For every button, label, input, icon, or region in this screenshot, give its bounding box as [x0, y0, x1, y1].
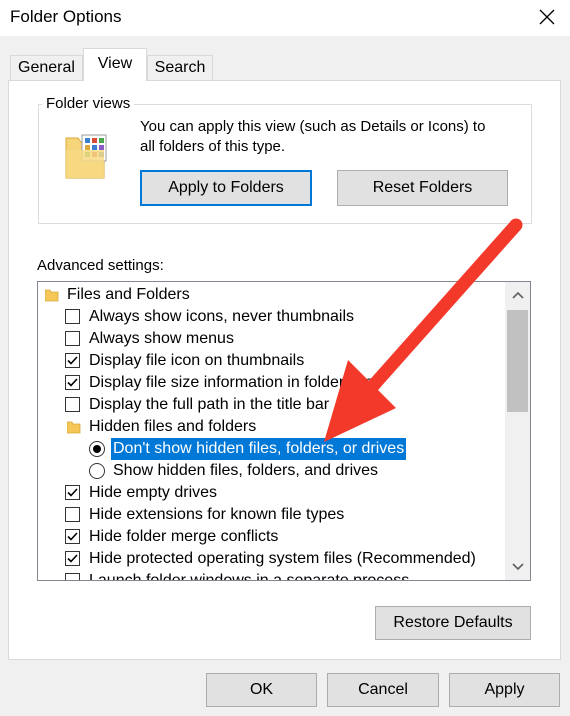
checkmark-icon [67, 554, 78, 563]
checkbox-checked[interactable] [65, 529, 80, 544]
setting-label: Always show icons, never thumbnails [89, 308, 355, 325]
cancel-button[interactable]: Cancel [327, 673, 439, 707]
setting-label: Hide folder merge conflicts [89, 528, 279, 545]
setting-label: Display the full path in the title bar [89, 396, 330, 413]
setting-label: Always show menus [89, 330, 234, 347]
tab-general-label: General [18, 59, 75, 76]
tab-general[interactable]: General [10, 55, 83, 80]
checkmark-icon [67, 532, 78, 541]
checkbox-checked[interactable] [65, 485, 80, 500]
setting-label: Launch folder windows in a separate proc… [89, 572, 410, 581]
scroll-down-button[interactable] [505, 556, 530, 578]
scroll-thumb[interactable] [507, 310, 528, 412]
folder-icon [67, 421, 81, 434]
setting-label-selected: Don't show hidden files, folders, or dri… [111, 438, 407, 460]
chevron-up-icon [511, 291, 524, 299]
tree-scrollbar[interactable] [505, 282, 530, 580]
tab-search-label: Search [154, 59, 206, 76]
setting-label: Hide empty drives [89, 484, 218, 501]
radio-checked[interactable] [89, 441, 105, 457]
checkmark-icon [67, 378, 78, 387]
restore-defaults-button[interactable]: Restore Defaults [375, 606, 531, 640]
chevron-down-icon [511, 563, 524, 571]
folder-views-description: You can apply this view (such as Details… [140, 117, 485, 157]
tree-item-label: Files and Folders [67, 286, 190, 303]
setting-label: Display file size information in folder … [89, 374, 374, 391]
tab-search[interactable]: Search [147, 55, 213, 80]
close-button[interactable] [524, 0, 570, 34]
description-line-2: all folders of this type. [140, 138, 286, 155]
setting-label: Hide protected operating system files (R… [89, 550, 476, 567]
tree-item-label: Hidden files and folders [89, 418, 257, 435]
ok-button[interactable]: OK [206, 673, 317, 707]
checkbox[interactable] [65, 309, 80, 324]
apply-to-folders-button[interactable]: Apply to Folders [140, 170, 312, 206]
tab-view-label: View [97, 55, 133, 72]
window-title: Folder Options [10, 7, 122, 26]
checkbox-checked[interactable] [65, 353, 80, 368]
checkbox[interactable] [65, 331, 80, 346]
setting-label: Display file icon on thumbnails [89, 352, 305, 369]
checkbox-checked[interactable] [65, 551, 80, 566]
title-bar: Folder Options [0, 0, 570, 36]
scroll-up-button[interactable] [505, 284, 530, 306]
checkmark-icon [67, 488, 78, 497]
apply-button[interactable]: Apply [449, 673, 560, 707]
close-icon [539, 9, 555, 25]
checkbox[interactable] [65, 397, 80, 412]
folder-views-legend: Folder views [42, 95, 135, 112]
setting-label: Hide extensions for known file types [89, 506, 345, 523]
folder-views-icon [65, 134, 107, 179]
folder-icon [45, 289, 59, 302]
reset-folders-button[interactable]: Reset Folders [337, 170, 508, 206]
setting-label: Show hidden files, folders, and drives [113, 462, 379, 479]
tab-view[interactable]: View [83, 48, 147, 81]
advanced-settings-tree[interactable]: Files and Folders Always show icons, nev… [37, 281, 531, 581]
checkbox-checked[interactable] [65, 375, 80, 390]
checkmark-icon [67, 356, 78, 365]
checkbox[interactable] [65, 573, 80, 580]
radio[interactable] [89, 463, 105, 479]
description-line-1: You can apply this view (such as Details… [140, 118, 486, 135]
advanced-settings-label: Advanced settings: [37, 257, 164, 274]
checkbox[interactable] [65, 507, 80, 522]
